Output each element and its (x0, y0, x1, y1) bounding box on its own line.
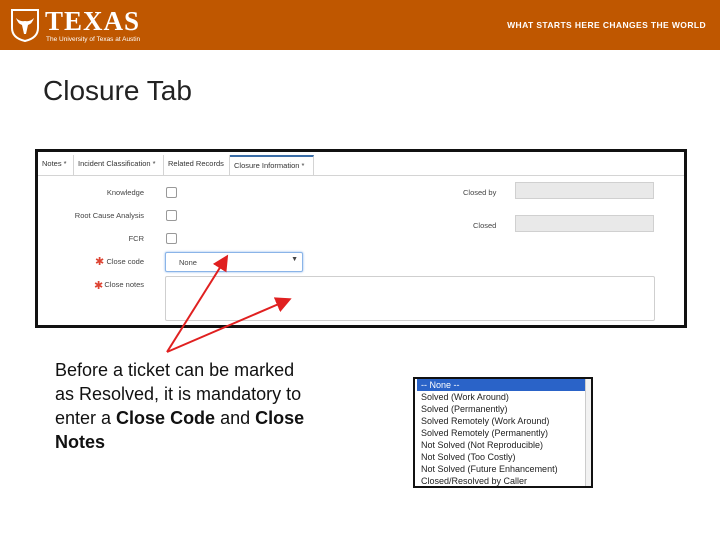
knowledge-checkbox[interactable] (166, 187, 177, 198)
tab-related-records[interactable]: Related Records (164, 155, 230, 175)
header-band: TEXAS The University of Texas at Austin … (0, 0, 720, 50)
logo-subtitle: The University of Texas at Austin (46, 36, 141, 43)
slide-title: Closure Tab (43, 75, 192, 106)
explanation-note: Before a ticket can be marked as Resolve… (55, 358, 317, 454)
close-notes-label: Close notes (104, 280, 144, 289)
mandatory-asterisk-icon: ✱ (95, 256, 105, 268)
close-code-select[interactable]: None ▼ (165, 252, 303, 272)
root-cause-checkbox[interactable] (166, 210, 177, 221)
tagline: WHAT STARTS HERE CHANGES THE WORLD (507, 20, 706, 30)
tab-notes[interactable]: Notes * (38, 155, 74, 175)
dd-option[interactable]: Solved (Work Around) (415, 391, 587, 403)
tab-divider (38, 175, 684, 176)
logo-wordmark: TEXAS (45, 6, 141, 36)
dd-option[interactable]: Not Solved (Future Enhancement) (415, 463, 587, 475)
knowledge-label: Knowledge (106, 188, 144, 197)
form-tabs: Notes * Incident Classification * Relate… (38, 154, 684, 176)
note-bold-close-code: Close Code (116, 408, 216, 428)
closed-field (515, 215, 654, 232)
close-code-options-list: -- None -- Solved (Work Around) Solved (… (413, 377, 593, 488)
root-cause-label: Root Cause Analysis (74, 211, 144, 220)
mandatory-asterisk-icon: ✱ (94, 280, 104, 292)
dd-option[interactable]: Not Solved (Too Costly) (415, 451, 587, 463)
dd-option[interactable]: Solved (Permanently) (415, 403, 587, 415)
ut-logo: TEXAS The University of Texas at Austin (10, 6, 160, 46)
close-code-label: Close code (106, 257, 144, 266)
longhorn-seal-icon (11, 9, 39, 42)
dd-option[interactable]: Solved Remotely (Permanently) (415, 427, 587, 439)
dd-option[interactable]: -- None -- (417, 379, 587, 391)
closed-by-label: Closed by (463, 188, 497, 197)
dd-option[interactable]: Closed/Resolved by Caller (415, 475, 587, 487)
tab-closure-information[interactable]: Closure Information * (230, 155, 314, 175)
closure-form-screenshot: Notes * Incident Classification * Relate… (35, 149, 687, 328)
dd-option[interactable]: Solved Remotely (Work Around) (415, 415, 587, 427)
chevron-down-icon: ▼ (291, 256, 298, 263)
close-notes-textarea[interactable] (165, 276, 655, 321)
closed-label: Closed (473, 221, 497, 230)
dd-scrollbar[interactable] (585, 379, 591, 486)
tab-incident-classification[interactable]: Incident Classification * (74, 155, 164, 175)
fcr-label: FCR (128, 234, 144, 243)
closed-by-field (515, 182, 654, 199)
fcr-checkbox[interactable] (166, 233, 177, 244)
close-code-value: None (179, 258, 197, 267)
note-text-2: and (215, 408, 256, 428)
dd-option[interactable]: Not Solved (Not Reproducible) (415, 439, 587, 451)
